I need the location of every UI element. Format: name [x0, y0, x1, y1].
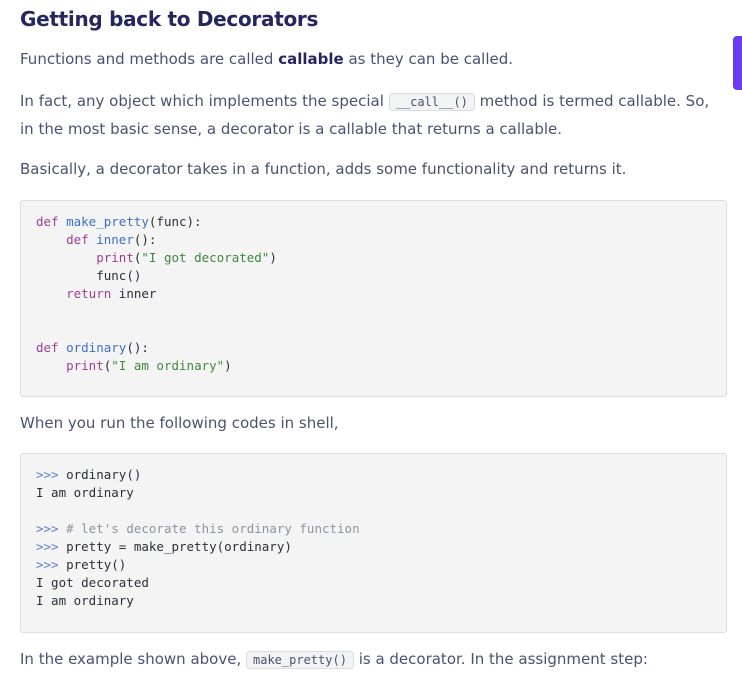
- function-name: ordinary: [66, 340, 127, 355]
- code-text: ():: [133, 232, 157, 247]
- keyword: def: [66, 232, 89, 247]
- shell-prompt: >>>: [36, 521, 59, 536]
- text: Functions and methods are called: [20, 50, 279, 68]
- code-text: ():: [126, 340, 149, 355]
- code-comment: # let's decorate this ordinary function: [66, 521, 360, 536]
- shell-output: I got decorated: [36, 575, 149, 590]
- code-block-shell[interactable]: >>> ordinary() I am ordinary >>> # let's…: [20, 453, 727, 633]
- shell-command: ordinary(): [66, 467, 142, 482]
- builtin: print: [96, 250, 134, 265]
- builtin: print: [66, 358, 104, 373]
- shell-command: pretty(): [66, 557, 127, 572]
- shell-prompt: >>>: [36, 539, 59, 554]
- inline-code: __call__(): [388, 93, 475, 111]
- keyword: return: [66, 286, 112, 301]
- code-text: (func):: [148, 214, 202, 229]
- inline-code: make_pretty(): [246, 651, 354, 669]
- text: as they can be called.: [343, 50, 514, 68]
- shell-output: I am ordinary: [36, 485, 134, 500]
- shell-prompt: >>>: [36, 557, 59, 572]
- shell-prompt: >>>: [36, 467, 59, 482]
- text: In the example shown above,: [20, 650, 246, 668]
- code-block-definition[interactable]: def make_pretty(func): def inner(): prin…: [20, 200, 727, 397]
- text: is a decorator. In the assignment step:: [353, 650, 648, 668]
- shell-output: I am ordinary: [36, 593, 134, 608]
- paragraph-example: In the example shown above, make_pretty(…: [20, 646, 725, 674]
- section-heading: Getting back to Decorators: [20, 7, 319, 31]
- function-name: make_pretty: [66, 214, 149, 229]
- paragraph-callable: Functions and methods are called callabl…: [20, 46, 725, 73]
- bold-term: callable: [278, 50, 344, 68]
- text: In fact, any object which implements the…: [20, 92, 389, 110]
- side-accent-tab[interactable]: [733, 36, 742, 90]
- keyword: def: [36, 340, 59, 355]
- code-text: inner: [118, 286, 157, 301]
- shell-command: pretty = make_pretty(ordinary): [66, 539, 292, 554]
- function-name: inner: [96, 232, 134, 247]
- code-text: func(): [96, 268, 142, 283]
- keyword: def: [36, 214, 59, 229]
- paragraph-run-shell: When you run the following codes in shel…: [20, 414, 339, 432]
- string-literal: "I am ordinary": [111, 358, 225, 373]
- string-literal: "I got decorated": [141, 250, 270, 265]
- paragraph-call-method: In fact, any object which implements the…: [20, 88, 725, 143]
- paragraph-decorator-basics: Basically, a decorator takes in a functi…: [20, 160, 627, 178]
